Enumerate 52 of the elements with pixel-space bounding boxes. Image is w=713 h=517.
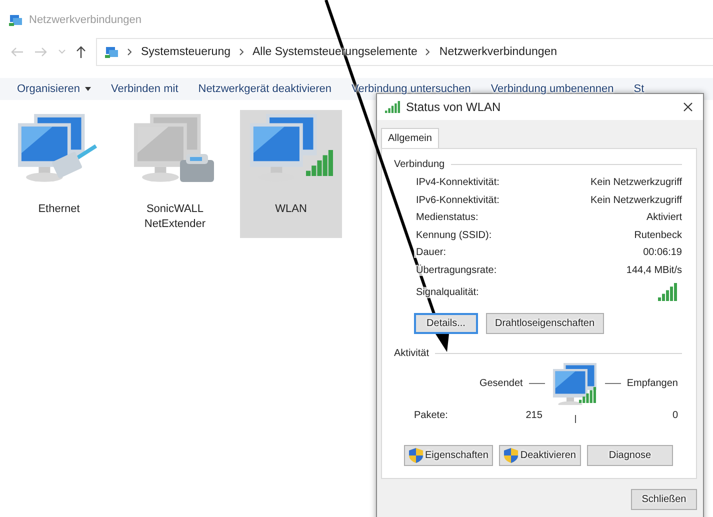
tab[interactable]: Allgemein	[381, 128, 439, 148]
breadcrumb-item[interactable]: Systemsteuerung	[141, 46, 230, 58]
chevron-right-icon	[127, 48, 133, 56]
toolbar-button[interactable]: Netzwerkgerät deaktivieren	[198, 83, 332, 95]
close-button[interactable]: Schließen	[631, 489, 697, 510]
field-value: Kein Netzwerkzugriff	[590, 177, 682, 188]
button[interactable]: Deaktivieren	[499, 445, 581, 466]
signal-icon	[385, 101, 401, 113]
field-value: 144,4 MBit/s	[626, 264, 682, 276]
field-label: Dauer:	[414, 247, 446, 258]
field-value: Rutenbeck	[634, 230, 682, 241]
close-icon[interactable]	[683, 102, 693, 112]
signal-icon	[658, 283, 678, 301]
group-label: Aktivität	[394, 348, 430, 359]
forward-arrow-icon	[34, 47, 48, 57]
toolbar-button[interactable]: Verbindung umbenennen	[490, 83, 614, 95]
dialog-title: Status von WLAN	[406, 100, 502, 114]
toolbar-button[interactable]: Verbinden mit	[110, 83, 178, 95]
field-label: IPv4-Konnektivität:	[414, 177, 500, 188]
group-label: Verbindung	[394, 159, 445, 170]
field-label: Signalqualität:	[414, 286, 479, 298]
connection-item[interactable]: WLAN	[240, 110, 342, 238]
toolbar-button[interactable]: St	[634, 83, 644, 95]
connection-item[interactable]: Ethernet	[8, 110, 110, 238]
field-label: Medienstatus:	[414, 212, 478, 224]
field-value: Kein Netzwerkzugriff	[590, 194, 682, 206]
chevron-right-icon	[425, 48, 432, 56]
network-folder-icon	[105, 46, 119, 58]
field-value: 0	[672, 410, 678, 420]
field-label: Pakete:	[414, 410, 449, 420]
toolbar-button[interactable]: Organisieren	[17, 83, 91, 95]
breadcrumb-item[interactable]: Netzwerkverbindungen	[439, 46, 558, 58]
up-arrow-icon	[76, 46, 86, 58]
field-label: IPv6-Konnektivität:	[414, 194, 500, 206]
button[interactable]: Drahtloseigenschaften	[486, 313, 604, 334]
network-folder-icon	[9, 14, 23, 26]
button[interactable]: Eigenschaften	[404, 445, 494, 466]
computer-signal-icon	[550, 361, 599, 405]
sent-label: Gesendet	[479, 378, 523, 388]
field-value: 215	[526, 410, 542, 420]
received-label: Empfangen	[626, 378, 678, 388]
connection-item[interactable]: SonicWALL NetExtender	[124, 110, 226, 238]
window-title: Netzwerkverbindungen	[29, 14, 142, 26]
field-value: 00:06:19	[643, 247, 682, 258]
button[interactable]: Details...	[414, 313, 478, 334]
field-value: Aktiviert	[646, 212, 682, 224]
chevron-down-icon	[58, 49, 66, 55]
field-label: Kennung (SSID):	[414, 230, 492, 241]
field-label: Übertragungsrate:	[414, 264, 497, 276]
button[interactable]: Diagnose	[586, 445, 673, 466]
back-arrow-icon	[10, 47, 24, 57]
chevron-right-icon	[238, 48, 244, 56]
